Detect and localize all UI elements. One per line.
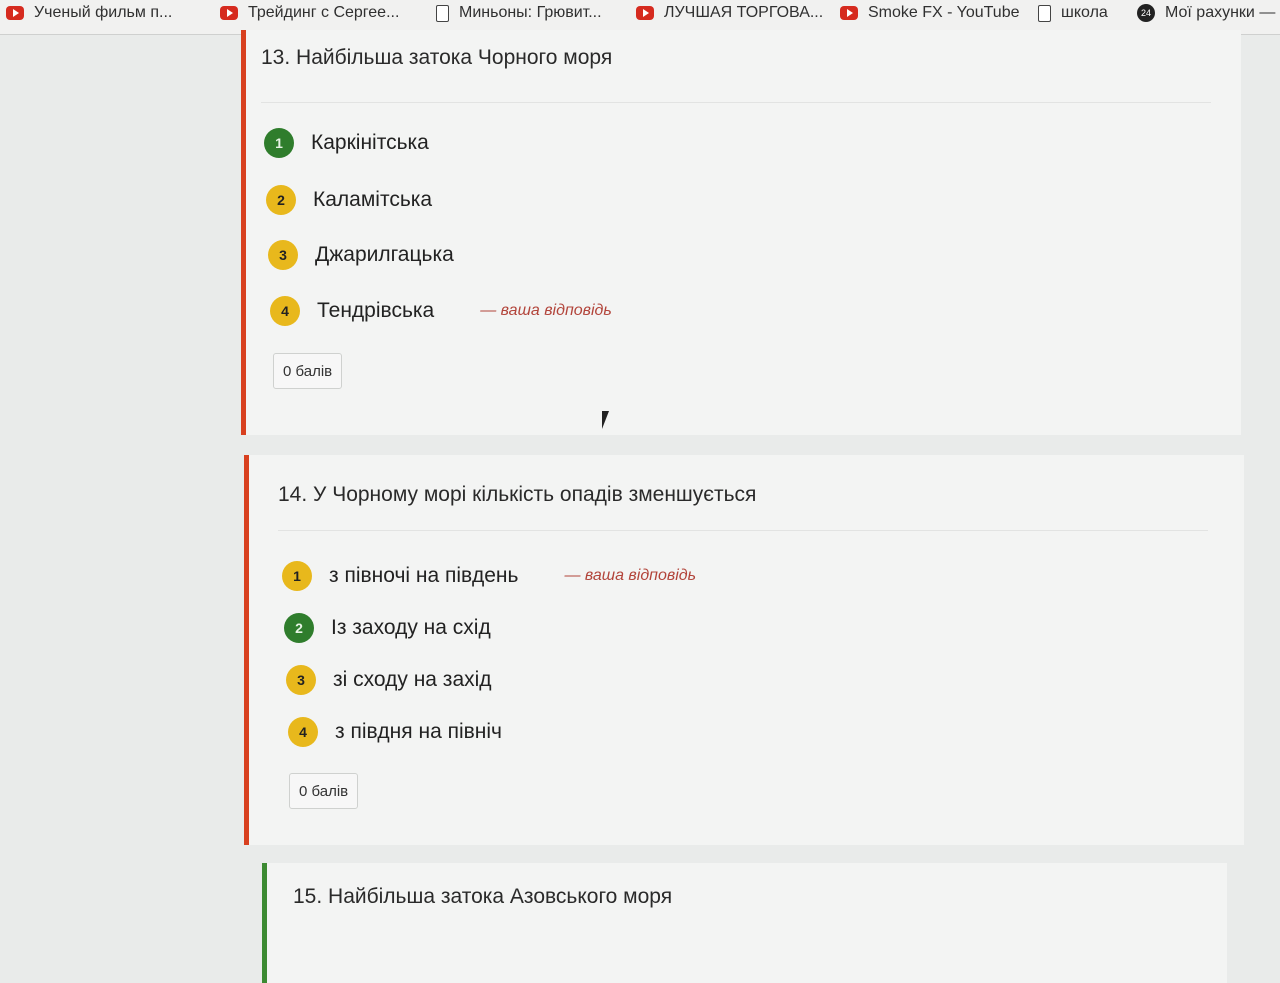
- question-title: 13. Найбільша затока Чорного моря: [261, 46, 613, 69]
- bookmark-1[interactable]: Ученый фильм п...: [6, 0, 172, 26]
- option-number-badge: 3: [268, 240, 298, 270]
- option-text: з півночі на південь: [329, 564, 519, 587]
- score-badge: 0 балів: [289, 773, 359, 809]
- option-text: Тендрівська: [317, 299, 435, 322]
- your-answer-label: — ваша відповідь: [564, 567, 697, 584]
- bookmark-3[interactable]: Миньоны: Грювит...: [436, 0, 602, 26]
- your-answer-label: — ваша відповідь: [480, 302, 612, 319]
- document-icon: [1038, 4, 1051, 22]
- option-number-badge: 1: [282, 561, 312, 591]
- youtube-icon: [636, 6, 654, 20]
- option-item: 3 Джарилгацька: [268, 240, 454, 270]
- bookmark-label: Smoke FX - YouTube: [868, 4, 1020, 21]
- option-number-badge: 4: [288, 717, 318, 747]
- bookmark-label: ЛУЧШАЯ ТОРГОВА...: [664, 4, 824, 21]
- score-badge: 0 балів: [273, 353, 343, 389]
- question-card-13: 13. Найбільша затока Чорного моря 1 Карк…: [241, 30, 1241, 435]
- question-title: 15. Найбільша затока Азовського моря: [293, 885, 673, 908]
- bookmark-6[interactable]: школа: [1038, 0, 1108, 26]
- divider: [278, 530, 1208, 531]
- option-text: Каркінітська: [311, 131, 429, 154]
- divider: [261, 102, 1211, 103]
- bookmark-label: Трейдинг с Сергее...: [248, 4, 400, 21]
- bookmark-5[interactable]: Smoke FX - YouTube: [840, 0, 1020, 26]
- option-item: 2 Каламітська: [266, 185, 432, 215]
- option-item: 1 з півночі на південь — ваша відповідь: [282, 561, 696, 591]
- option-number-badge: 2: [266, 185, 296, 215]
- youtube-icon: [220, 6, 238, 20]
- option-number-badge: 4: [270, 296, 300, 326]
- option-text: з півдня на північ: [335, 720, 502, 743]
- question-title: 14. У Чорному морі кількість опадів змен…: [278, 483, 757, 506]
- question-card-15: 15. Найбільша затока Азовського моря: [262, 863, 1227, 983]
- option-text: Джарилгацька: [315, 243, 454, 266]
- option-item: 1 Каркінітська: [264, 128, 429, 158]
- youtube-icon: [840, 6, 858, 20]
- option-item: 4 Тендрівська — ваша відповідь: [270, 296, 612, 326]
- option-item: 3 зі сходу на захід: [286, 665, 492, 695]
- account-icon: 24: [1137, 4, 1155, 22]
- question-card-14: 14. У Чорному морі кількість опадів змен…: [244, 455, 1244, 845]
- option-number-badge: 1: [264, 128, 294, 158]
- mouse-cursor-icon: [602, 411, 616, 429]
- option-number-badge: 2: [284, 613, 314, 643]
- bookmark-4[interactable]: ЛУЧШАЯ ТОРГОВА...: [636, 0, 823, 26]
- bookmark-2[interactable]: Трейдинг с Сергее...: [220, 0, 399, 26]
- option-number-badge: 3: [286, 665, 316, 695]
- bookmark-label: Мої рахунки —: [1165, 4, 1276, 21]
- document-icon: [436, 4, 449, 22]
- bookmark-label: Миньоны: Грювит...: [459, 4, 602, 21]
- bookmark-label: Ученый фильм п...: [34, 4, 173, 21]
- youtube-icon: [6, 6, 24, 20]
- option-text: Із заходу на схід: [331, 616, 491, 639]
- option-item: 2 Із заходу на схід: [284, 613, 491, 643]
- quiz-results-page: 13. Найбільша затока Чорного моря 1 Карк…: [0, 30, 1280, 983]
- option-item: 4 з півдня на північ: [288, 717, 502, 747]
- bookmark-label: школа: [1061, 4, 1108, 21]
- bookmark-7[interactable]: 24 Мої рахунки —: [1137, 0, 1275, 26]
- option-text: зі сходу на захід: [333, 668, 492, 691]
- option-text: Каламітська: [313, 188, 433, 211]
